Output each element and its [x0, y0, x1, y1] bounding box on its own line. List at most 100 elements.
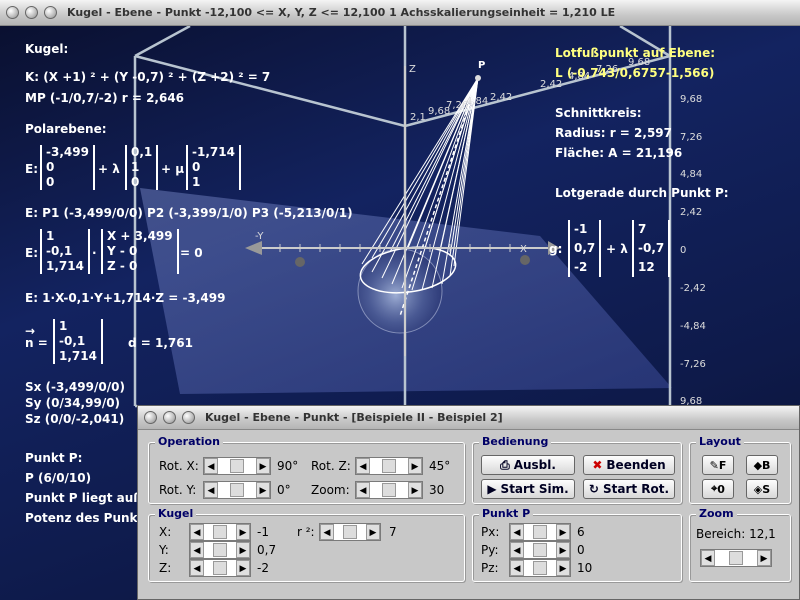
play-icon: ▶	[487, 482, 497, 496]
layout-origin-button[interactable]: ⌖ 0	[702, 479, 734, 499]
right-arrow-icon[interactable]: ▶	[757, 550, 771, 566]
zoom-group: Zoom Bereich: 12,1 ◀ ▶	[689, 507, 791, 582]
axis-end-left	[295, 257, 305, 267]
slider-thumb[interactable]	[213, 561, 227, 575]
dialog-maximize-icon[interactable]	[182, 411, 195, 424]
px-slider[interactable]: ◀ ▶	[509, 523, 571, 541]
close-x-icon: ✖	[592, 458, 603, 472]
slider-thumb[interactable]	[533, 561, 547, 575]
right-arrow-icon[interactable]: ▶	[236, 524, 250, 540]
left-arrow-icon[interactable]: ◀	[204, 482, 218, 498]
right-arrow-icon[interactable]: ▶	[236, 560, 250, 576]
start-sim-button[interactable]: ▶ Start Sim.	[481, 479, 575, 499]
layout-background-button[interactable]: ◆ B	[746, 455, 778, 475]
tick-top-9: 2,1	[410, 112, 426, 123]
right-arrow-icon[interactable]: ▶	[256, 482, 270, 498]
slider-thumb[interactable]	[382, 483, 396, 497]
point-p-marker	[475, 75, 481, 81]
g-label: g:	[549, 242, 563, 256]
slider-thumb[interactable]	[343, 525, 357, 539]
plus-lambda: + λ	[98, 162, 120, 176]
kugel-y-label: Y:	[159, 543, 169, 557]
tick-top-4: 2,42	[490, 92, 513, 103]
right-arrow-icon[interactable]: ▶	[236, 542, 250, 558]
left-arrow-icon[interactable]: ◀	[701, 550, 715, 566]
eq-zero: = 0	[180, 246, 203, 260]
start-rot-button[interactable]: ↻ Start Rot.	[583, 479, 675, 499]
close-icon[interactable]	[6, 6, 19, 19]
kugel-y-value: 0,7	[257, 543, 277, 557]
pz-label: Pz:	[481, 561, 499, 575]
trace-sz: Sz (0/0/-2,041)	[25, 412, 125, 426]
layout-font-button[interactable]: ✎ F	[702, 455, 734, 475]
left-arrow-icon[interactable]: ◀	[190, 560, 204, 576]
right-arrow-icon[interactable]: ▶	[408, 482, 422, 498]
left-arrow-icon[interactable]: ◀	[510, 524, 524, 540]
rotate-icon: ↻	[588, 482, 599, 496]
rot-z-slider[interactable]: ◀ ▶	[355, 457, 423, 475]
right-arrow-icon[interactable]: ▶	[408, 458, 422, 474]
slider-thumb[interactable]	[382, 459, 396, 473]
bereich-slider[interactable]: ◀ ▶	[700, 549, 772, 567]
left-arrow-icon[interactable]: ◀	[190, 542, 204, 558]
maximize-icon[interactable]	[44, 6, 57, 19]
tick-right-8: -7,26	[680, 359, 706, 370]
layout-save-button[interactable]: ◈ S	[746, 479, 778, 499]
tick-right-2: 7,26	[680, 132, 703, 143]
left-arrow-icon[interactable]: ◀	[356, 458, 370, 474]
slider-thumb[interactable]	[230, 483, 244, 497]
punkt-liegt: Punkt P liegt auß	[25, 491, 142, 505]
kugel-y-slider[interactable]: ◀ ▶	[189, 541, 251, 559]
fill-icon: ◆	[753, 458, 763, 472]
bereich-label: Bereich: 12,1	[696, 527, 776, 541]
e-label-2: E:	[25, 246, 38, 260]
tick-top-2: 7,26	[446, 100, 469, 111]
kugel-z-value: -2	[257, 561, 269, 575]
slider-thumb[interactable]	[230, 459, 244, 473]
right-arrow-icon[interactable]: ▶	[556, 560, 570, 576]
punkt-p: P (6/0/10)	[25, 471, 92, 485]
brush-icon: ✎	[709, 458, 719, 472]
rot-y-slider[interactable]: ◀ ▶	[203, 481, 271, 499]
py-label: Py:	[481, 543, 499, 557]
rot-x-slider[interactable]: ◀ ▶	[203, 457, 271, 475]
right-arrow-icon[interactable]: ▶	[256, 458, 270, 474]
slider-thumb[interactable]	[533, 543, 547, 557]
beenden-button[interactable]: ✖ Beenden	[583, 455, 675, 475]
right-arrow-icon[interactable]: ▶	[556, 524, 570, 540]
ausblenden-button[interactable]: ⎙ Ausbl.	[481, 455, 575, 475]
lotfuss-heading: Lotfußpunkt auf Ebene:	[555, 46, 716, 60]
layout-group: Layout ✎ F ◆ B ⌖ 0 ◈ S	[689, 435, 791, 504]
r2-slider[interactable]: ◀ ▶	[319, 523, 381, 541]
dialog-minimize-icon[interactable]	[163, 411, 176, 424]
minimize-icon[interactable]	[25, 6, 38, 19]
potenz-text: Potenz des Punk	[25, 511, 138, 525]
coordinate-form: E: 1·X-0,1·Y+1,714·Z = -3,499	[25, 291, 226, 305]
right-arrow-icon[interactable]: ▶	[556, 542, 570, 558]
py-value: 0	[577, 543, 585, 557]
left-arrow-icon[interactable]: ◀	[510, 560, 524, 576]
hide-icon: ⎙	[500, 457, 510, 472]
schnittkreis-flaeche: Fläche: A = 21,196	[555, 146, 683, 160]
tick-right-1: 9,68	[680, 94, 703, 105]
slider-thumb[interactable]	[213, 525, 227, 539]
slider-thumb[interactable]	[533, 525, 547, 539]
py-slider[interactable]: ◀ ▶	[509, 541, 571, 559]
left-arrow-icon[interactable]: ◀	[190, 524, 204, 540]
pz-slider[interactable]: ◀ ▶	[509, 559, 571, 577]
slider-thumb[interactable]	[729, 551, 743, 565]
kugel-z-slider[interactable]: ◀ ▶	[189, 559, 251, 577]
layout-heading: Layout	[696, 435, 744, 448]
left-arrow-icon[interactable]: ◀	[356, 482, 370, 498]
left-arrow-icon[interactable]: ◀	[510, 542, 524, 558]
left-arrow-icon[interactable]: ◀	[204, 458, 218, 474]
slider-thumb[interactable]	[213, 543, 227, 557]
kugel-x-slider[interactable]: ◀ ▶	[189, 523, 251, 541]
dialog-close-icon[interactable]	[144, 411, 157, 424]
operation-heading: Operation	[155, 435, 223, 448]
left-arrow-icon[interactable]: ◀	[320, 524, 334, 540]
tick-right-3: 4,84	[680, 169, 703, 180]
zoom-slider[interactable]: ◀ ▶	[355, 481, 423, 499]
save-icon: ◈	[753, 482, 763, 496]
right-arrow-icon[interactable]: ▶	[366, 524, 380, 540]
